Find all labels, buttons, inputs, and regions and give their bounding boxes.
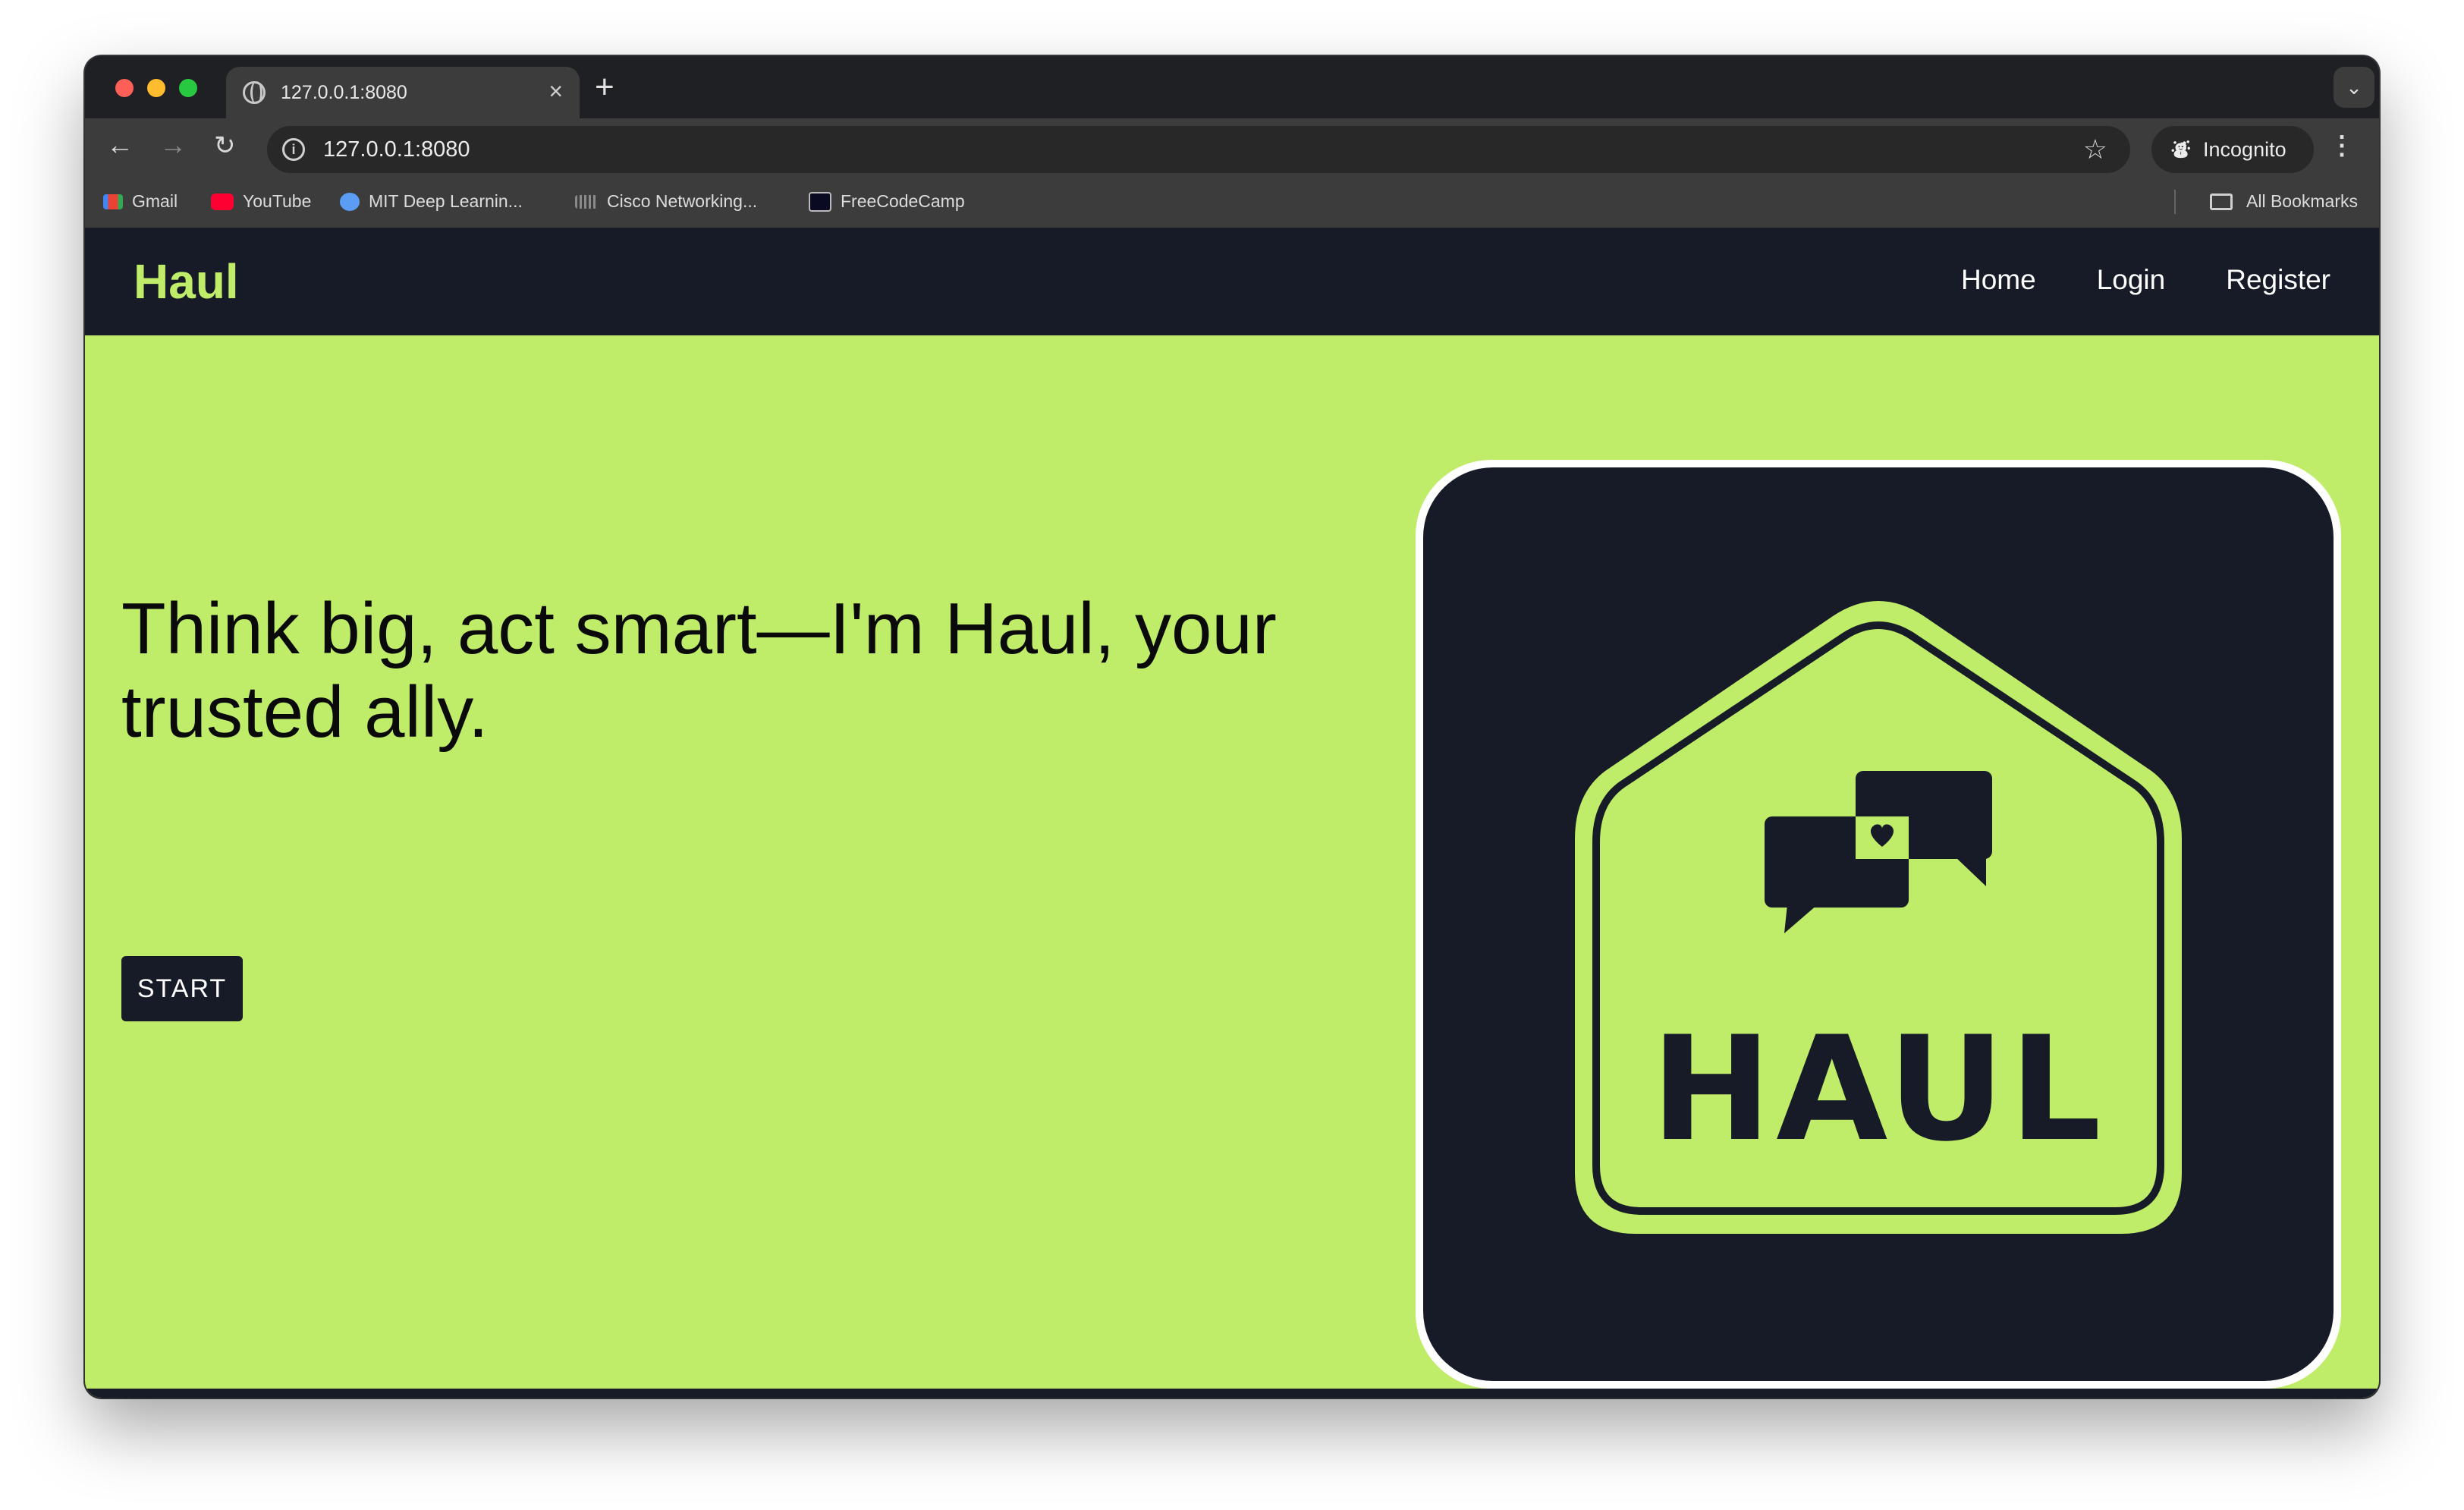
bookmarks-bar: Gmail YouTube MIT Deep Learnin... Cisco … bbox=[85, 176, 2379, 228]
more-menu-icon[interactable]: ⋮ bbox=[2329, 131, 2355, 161]
nav-login-link[interactable]: Login bbox=[2097, 264, 2166, 296]
tab-title: 127.0.0.1:8080 bbox=[281, 81, 407, 103]
browser-toolbar: ← → ↻ i 127.0.0.1:8080 ☆ ⛇ Incognito ⋮ bbox=[85, 118, 2379, 176]
bookmark-label: YouTube bbox=[243, 191, 312, 211]
bookmark-youtube[interactable]: YouTube bbox=[211, 191, 311, 212]
nav-links: Home Login Register bbox=[1961, 264, 2330, 296]
bottom-bar bbox=[85, 1389, 2379, 1398]
cisco-icon bbox=[575, 194, 598, 209]
reload-icon[interactable]: ↻ bbox=[214, 131, 236, 161]
all-bookmarks-label: All Bookmarks bbox=[2246, 191, 2358, 211]
browser-tab[interactable]: 127.0.0.1:8080 × bbox=[226, 67, 580, 118]
url-text: 127.0.0.1:8080 bbox=[323, 137, 470, 162]
site-navbar: Haul Home Login Register bbox=[85, 228, 2379, 335]
logo-card: HAUL bbox=[1416, 460, 2341, 1389]
folder-icon bbox=[2210, 193, 2233, 210]
page-content: Haul Home Login Register Think big, act … bbox=[85, 228, 2379, 1398]
new-tab-button[interactable]: + bbox=[595, 68, 614, 106]
window-controls bbox=[115, 79, 197, 97]
close-tab-icon[interactable]: × bbox=[548, 77, 563, 105]
bookmark-star-icon[interactable]: ☆ bbox=[2083, 134, 2107, 165]
back-arrow-icon[interactable]: ← bbox=[106, 129, 134, 161]
bookmark-label: FreeCodeCamp bbox=[841, 191, 965, 211]
hero-heading: Think big, act smart—I'm Haul, your trus… bbox=[121, 588, 1277, 753]
bookmark-cisco[interactable]: Cisco Networking... bbox=[575, 191, 757, 212]
bookmark-freecodecamp[interactable]: FreeCodeCamp bbox=[809, 191, 965, 212]
browser-window: 127.0.0.1:8080 × + ⌄ ← → ↻ i 127.0.0.1:8… bbox=[85, 56, 2379, 1398]
bookmark-label: Cisco Networking... bbox=[607, 191, 758, 211]
address-bar[interactable]: i 127.0.0.1:8080 ☆ bbox=[267, 126, 2130, 173]
incognito-icon: ⛇ bbox=[2171, 139, 2192, 162]
bookmark-label: MIT Deep Learnin... bbox=[369, 191, 523, 211]
freecodecamp-icon bbox=[809, 191, 831, 212]
forward-arrow-icon[interactable]: → bbox=[159, 129, 187, 161]
all-bookmarks-button[interactable]: All Bookmarks bbox=[2210, 191, 2358, 212]
brand-logo[interactable]: Haul bbox=[134, 253, 239, 310]
youtube-icon bbox=[211, 193, 234, 210]
start-button[interactable]: START bbox=[121, 956, 243, 1021]
bookmark-mit[interactable]: MIT Deep Learnin... bbox=[340, 191, 523, 212]
logo-card-inner: HAUL bbox=[1423, 467, 2334, 1381]
logo-text: HAUL bbox=[1651, 1005, 2106, 1173]
tab-strip: 127.0.0.1:8080 × + ⌄ bbox=[85, 56, 2379, 118]
bookmarks-divider bbox=[2174, 190, 2176, 214]
nav-register-link[interactable]: Register bbox=[2226, 264, 2330, 296]
nav-home-link[interactable]: Home bbox=[1961, 264, 2036, 296]
incognito-label: Incognito bbox=[2203, 137, 2286, 161]
globe-icon bbox=[243, 81, 266, 104]
haul-logo-icon: HAUL bbox=[1575, 601, 2182, 1234]
site-info-icon[interactable]: i bbox=[282, 138, 305, 161]
minimize-window-button[interactable] bbox=[147, 79, 165, 97]
maximize-window-button[interactable] bbox=[179, 79, 197, 97]
mit-icon bbox=[340, 192, 360, 211]
gmail-icon bbox=[103, 193, 123, 209]
bookmark-gmail[interactable]: Gmail bbox=[103, 191, 178, 212]
incognito-badge[interactable]: ⛇ Incognito bbox=[2151, 126, 2314, 173]
bookmark-label: Gmail bbox=[132, 191, 178, 211]
close-window-button[interactable] bbox=[115, 79, 134, 97]
tab-search-button[interactable]: ⌄ bbox=[2334, 67, 2374, 108]
